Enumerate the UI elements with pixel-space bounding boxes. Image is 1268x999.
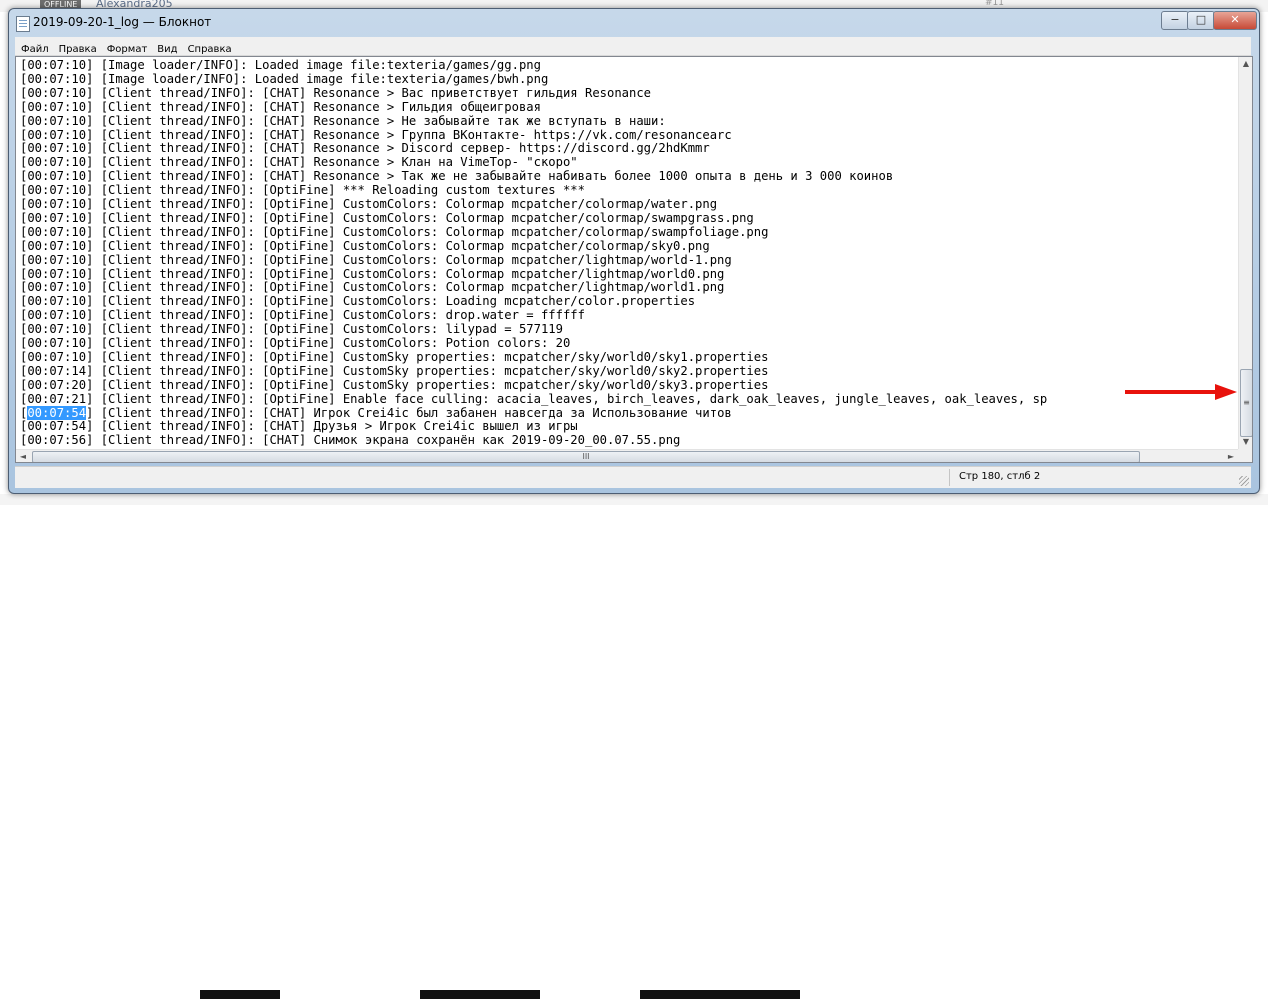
minimize-button[interactable]: − [1161, 11, 1189, 30]
log-line-text: ] [Client thread/INFO]: [CHAT] Игрок Cre… [86, 405, 732, 420]
scrollbar-corner [1238, 449, 1252, 462]
log-line: [00:07:10] [Client thread/INFO]: [OptiFi… [20, 280, 725, 295]
scroll-right-icon[interactable]: ► [1224, 450, 1238, 462]
log-line: [00:07:10] [Client thread/INFO]: [OptiFi… [20, 349, 769, 364]
log-line: [00:07:10] [Client thread/INFO]: [CHAT] … [20, 127, 732, 142]
log-line: [00:07:10] [Client thread/INFO]: [OptiFi… [20, 294, 696, 309]
horizontal-scroll-thumb[interactable]: III [32, 451, 1140, 462]
notepad-icon [16, 16, 30, 32]
log-line: [00:07:14] [Client thread/INFO]: [OptiFi… [20, 363, 769, 378]
close-button[interactable]: ✕ [1213, 11, 1257, 30]
text-editor[interactable]: [00:07:10] [Image loader/INFO]: Loaded i… [15, 56, 1253, 463]
notepad-window: 2019-09-20-1_log — Блокнот − □ ✕ Файл Пра… [8, 8, 1260, 494]
log-line: [00:07:56] [Client thread/INFO]: [CHAT] … [20, 433, 681, 448]
log-line: [00:07:10] [Image loader/INFO]: Loaded i… [20, 71, 549, 86]
status-bar: Стр 180, стлб 2 [15, 466, 1251, 488]
scroll-up-icon[interactable]: ▲ [1239, 57, 1252, 71]
log-line: [00:07:10] [Client thread/INFO]: [OptiFi… [20, 266, 725, 281]
log-line: [00:07:10] [Client thread/INFO]: [OptiFi… [20, 322, 563, 337]
log-line: [00:07:10] [Client thread/INFO]: [OptiFi… [20, 197, 718, 211]
selected-text[interactable]: 00:07:54 [27, 405, 87, 420]
log-line: [00:07:10] [Client thread/INFO]: [CHAT] … [20, 141, 710, 156]
menu-bar: Файл Правка Формат Вид Справка [15, 37, 1251, 56]
background-page-footer [0, 494, 1268, 999]
log-line: [00:07:10] [Client thread/INFO]: [OptiFi… [20, 224, 769, 239]
log-line: [00:07:10] [Client thread/INFO]: [OptiFi… [20, 336, 571, 350]
cursor-position: Стр 180, стлб 2 [959, 471, 1041, 482]
log-line: [00:07:10] [Client thread/INFO]: [OptiFi… [20, 238, 710, 253]
log-line: [00:07:10] [Client thread/INFO]: [OptiFi… [20, 210, 754, 225]
log-line: [00:07:10] [Client thread/INFO]: [OptiFi… [20, 183, 585, 198]
resize-grip-icon[interactable] [1239, 476, 1249, 486]
red-arrow-annotation [1125, 384, 1237, 400]
background-bar [420, 990, 540, 999]
horizontal-scrollbar[interactable]: ◄ III ► [16, 449, 1238, 462]
vertical-scroll-thumb[interactable]: ≡ [1240, 369, 1252, 437]
log-line: [00:07:10] [Client thread/INFO]: [CHAT] … [20, 169, 894, 184]
vertical-scrollbar[interactable]: ▲ ≡ ▼ [1238, 57, 1252, 449]
log-line: [00:07:54] [Client thread/INFO]: [CHAT] … [20, 419, 578, 434]
text-area[interactable]: [00:07:10] [Image loader/INFO]: Loaded i… [16, 57, 1238, 449]
log-line: [00:07:10] [Client thread/INFO]: [OptiFi… [20, 308, 585, 323]
maximize-button[interactable]: □ [1187, 11, 1215, 30]
scroll-down-icon[interactable]: ▼ [1239, 435, 1252, 449]
log-line: [00:07:10] [Image loader/INFO]: Loaded i… [20, 58, 541, 72]
log-line: [00:07:21] [Client thread/INFO]: [OptiFi… [20, 391, 1048, 406]
log-line: [00:07:10] [Client thread/INFO]: [OptiFi… [20, 252, 732, 267]
log-line: [00:07:54] [Client thread/INFO]: [CHAT] … [20, 405, 732, 420]
log-line: [00:07:10] [Client thread/INFO]: [CHAT] … [20, 85, 652, 100]
log-line: [00:07:10] [Client thread/INFO]: [CHAT] … [20, 155, 578, 170]
log-line: [00:07:20] [Client thread/INFO]: [OptiFi… [20, 377, 769, 392]
scroll-left-icon[interactable]: ◄ [16, 450, 30, 462]
window-title: 2019-09-20-1_log — Блокнот [33, 15, 212, 29]
title-bar[interactable]: 2019-09-20-1_log — Блокнот − □ ✕ [9, 9, 1259, 36]
background-post-number: #11 [985, 0, 1004, 8]
background-bar [640, 990, 800, 999]
log-line: [00:07:10] [Client thread/INFO]: [CHAT] … [20, 99, 541, 114]
background-bar [200, 990, 280, 999]
log-line: [00:07:10] [Client thread/INFO]: [CHAT] … [20, 113, 666, 128]
status-divider [949, 469, 950, 486]
